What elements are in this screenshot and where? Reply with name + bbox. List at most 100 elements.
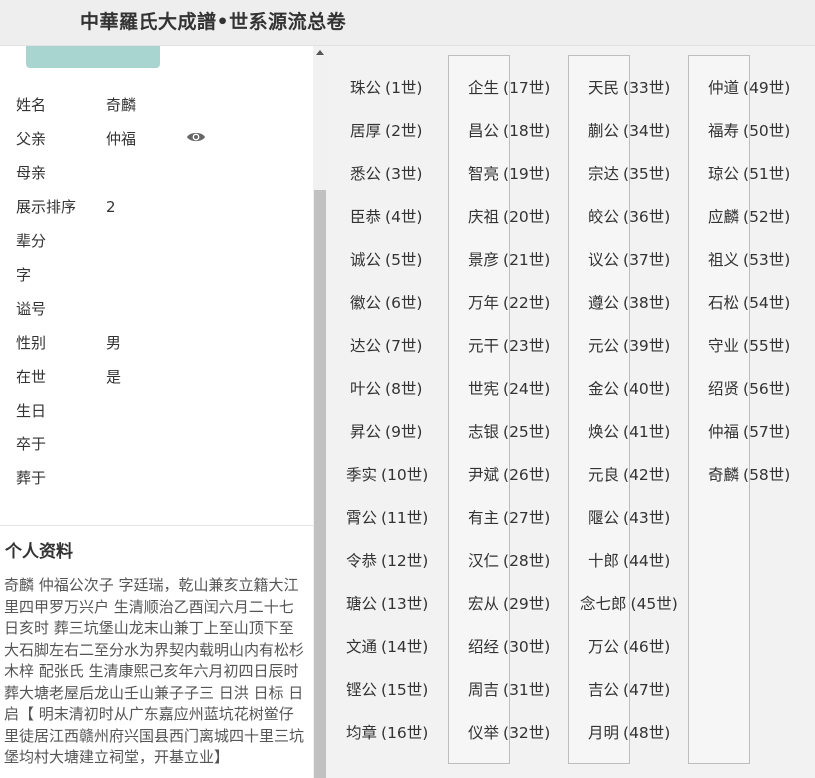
generation-number: (2世) (385, 122, 423, 140)
generation-link[interactable]: 周吉 (31世) (468, 679, 550, 701)
generation-link[interactable]: 均章 (16世) (346, 722, 428, 744)
generation-link[interactable]: 守业 (55世) (708, 335, 790, 357)
generation-link[interactable]: 仪举 (32世) (468, 722, 550, 744)
generation-link[interactable]: 智亮 (19世) (468, 163, 550, 185)
bio-section-title: 个人资料 (5, 542, 73, 562)
generation-link[interactable]: 吉公 (47世) (588, 679, 670, 701)
generation-name: 金公 (588, 380, 620, 398)
generation-link[interactable]: 宗达 (35世) (588, 163, 670, 185)
lineage-panel: 珠公 (1世) 居厚 (2世) 悉公 (3世) 臣恭 (4世) 诚公 (5世) 徽公 (6世) 达公 (7… (327, 46, 815, 778)
generation-number: (26世) (503, 466, 551, 484)
generation-name: 悉公 (350, 165, 382, 183)
generation-number: (52世) (743, 208, 791, 226)
generation-link[interactable]: 万年 (22世) (468, 292, 550, 314)
left-panel-scrollbar[interactable] (313, 46, 327, 778)
generation-number: (11世) (381, 509, 429, 527)
generation-number: (16世) (381, 724, 429, 742)
generation-link[interactable]: 隁公 (43世) (588, 507, 670, 529)
generation-link[interactable]: 徽公 (6世) (350, 292, 422, 314)
generation-link[interactable]: 祖义 (53世) (708, 249, 790, 271)
generation-link[interactable]: 宏从 (29世) (468, 593, 550, 615)
generation-link[interactable]: 企生 (17世) (468, 77, 550, 99)
generation-link[interactable]: 万公 (46世) (588, 636, 670, 658)
generation-link[interactable]: 志银 (25世) (468, 421, 550, 443)
generation-link[interactable]: 元干 (23世) (468, 335, 550, 357)
generation-link[interactable]: 臣恭 (4世) (350, 206, 422, 228)
generation-number: (44世) (623, 552, 671, 570)
generation-link[interactable]: 令恭 (12世) (346, 550, 428, 572)
generation-number: (14世) (381, 638, 429, 656)
generation-name: 奇麟 (708, 466, 740, 484)
generation-link[interactable]: 念七郎 (45世) (580, 593, 678, 615)
generation-link[interactable]: 焕公 (41世) (588, 421, 670, 443)
generation-link[interactable]: 瑭公 (13世) (346, 593, 428, 615)
generation-link[interactable]: 元良 (42世) (588, 464, 670, 486)
generation-name: 世宪 (468, 380, 500, 398)
generation-link[interactable]: 有主 (27世) (468, 507, 550, 529)
generation-link[interactable]: 元公 (39世) (588, 335, 670, 357)
generation-link[interactable]: 诚公 (5世) (350, 249, 422, 271)
generation-link[interactable]: 蒯公 (34世) (588, 120, 670, 142)
generation-link[interactable]: 金公 (40世) (588, 378, 670, 400)
generation-name: 令恭 (346, 552, 378, 570)
generation-link[interactable]: 尹斌 (26世) (468, 464, 550, 486)
generation-name: 企生 (468, 79, 500, 97)
generation-number: (17世) (503, 79, 551, 97)
generation-number: (9世) (385, 423, 423, 441)
field-label: 字 (16, 266, 32, 284)
generation-link[interactable]: 铿公 (15世) (346, 679, 428, 701)
generation-name: 仲福 (708, 423, 740, 441)
generation-link[interactable]: 十郎 (44世) (588, 550, 670, 572)
scroll-thumb[interactable] (314, 190, 326, 778)
generation-name: 文通 (346, 638, 378, 656)
generation-number: (5世) (385, 251, 423, 269)
app-header: 中華羅氏大成譜•世系源流总卷 (0, 0, 815, 46)
generation-link[interactable]: 天民 (33世) (588, 77, 670, 99)
generation-number: (34世) (623, 122, 671, 140)
generation-link[interactable]: 绍贤 (56世) (708, 378, 790, 400)
generation-link[interactable]: 月明 (48世) (588, 722, 670, 744)
generation-name: 智亮 (468, 165, 500, 183)
generation-name: 皎公 (588, 208, 620, 226)
generation-link[interactable]: 仲道 (49世) (708, 77, 790, 99)
generation-name: 有主 (468, 509, 500, 527)
generation-link[interactable]: 文通 (14世) (346, 636, 428, 658)
generation-link[interactable]: 达公 (7世) (350, 335, 422, 357)
generation-link[interactable]: 汉仁 (28世) (468, 550, 550, 572)
generation-link[interactable]: 悉公 (3世) (350, 163, 422, 185)
generation-link[interactable]: 皎公 (36世) (588, 206, 670, 228)
generation-link[interactable]: 石松 (54世) (708, 292, 790, 314)
generation-name: 汉仁 (468, 552, 500, 570)
generation-link[interactable]: 昇公 (9世) (350, 421, 422, 443)
generation-name: 景彦 (468, 251, 500, 269)
avatar (26, 46, 160, 68)
generation-link[interactable]: 议公 (37世) (588, 249, 670, 271)
generation-link[interactable]: 应麟 (52世) (708, 206, 790, 228)
generation-link[interactable]: 奇麟 (58世) (708, 464, 790, 486)
generation-name: 志银 (468, 423, 500, 441)
generation-number: (47世) (623, 681, 671, 699)
generation-link[interactable]: 绍经 (30世) (468, 636, 550, 658)
generation-number: (8世) (385, 380, 423, 398)
generation-link[interactable]: 季实 (10世) (346, 464, 428, 486)
generation-number: (20世) (503, 208, 551, 226)
generation-number: (3世) (385, 165, 423, 183)
generation-link[interactable]: 世宪 (24世) (468, 378, 550, 400)
generation-link[interactable]: 琼公 (51世) (708, 163, 790, 185)
generation-link[interactable]: 景彦 (21世) (468, 249, 550, 271)
generation-link[interactable]: 昌公 (18世) (468, 120, 550, 142)
generation-link[interactable]: 福寿 (50世) (708, 120, 790, 142)
generation-link[interactable]: 叶公 (8世) (350, 378, 422, 400)
generation-link[interactable]: 庆祖 (20世) (468, 206, 550, 228)
generation-name: 诚公 (350, 251, 382, 269)
generation-link[interactable]: 仲福 (57世) (708, 421, 790, 443)
generation-number: (37世) (623, 251, 671, 269)
scroll-up-arrow-icon[interactable] (316, 50, 324, 55)
generation-link[interactable]: 霄公 (11世) (346, 507, 428, 529)
field-label: 生日 (16, 402, 47, 420)
generation-link[interactable]: 珠公 (1世) (350, 77, 422, 99)
generation-name: 议公 (588, 251, 620, 269)
generation-link[interactable]: 居厚 (2世) (350, 120, 422, 142)
eye-icon[interactable] (186, 130, 206, 144)
generation-link[interactable]: 遵公 (38世) (588, 292, 670, 314)
